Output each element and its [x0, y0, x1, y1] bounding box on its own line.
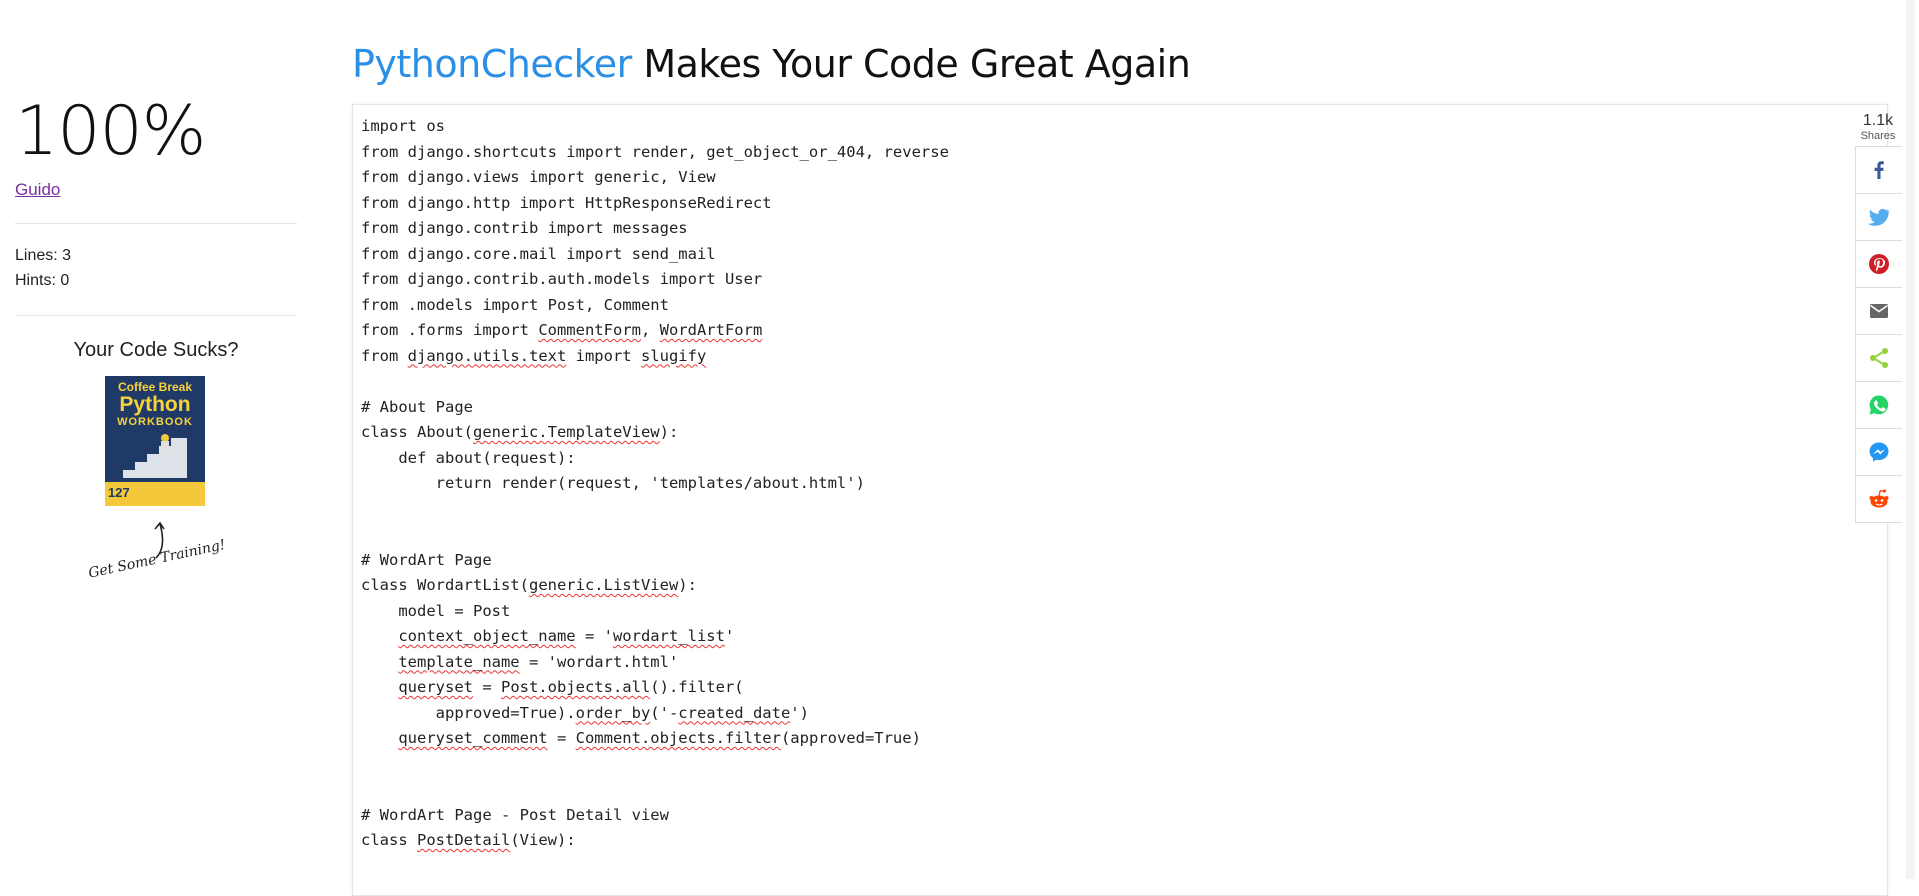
code-error-marker: Comment.objects.filter	[575, 729, 781, 747]
reddit-icon	[1869, 489, 1889, 508]
score-percentage: 100%	[15, 92, 206, 171]
code-line: from django.contrib import messages	[361, 219, 688, 237]
code-line: class PostDetail(View):	[361, 831, 576, 849]
code-error-marker: wordart_list	[612, 627, 725, 645]
promo-title: Your Code Sucks?	[73, 339, 239, 361]
code-line: from django.http import HttpResponseRedi…	[361, 193, 772, 212]
book-title-line1: Coffee Break	[117, 380, 193, 394]
code-line: queryset = Post.objects.all().filter(	[398, 678, 744, 696]
code-line: approved=True).order_by('-created_date')	[361, 703, 809, 722]
code-line: # WordArt Page - Post Detail view	[361, 805, 669, 824]
code-line: return render(request, 'templates/about.…	[361, 474, 865, 492]
page-scrollbar[interactable]	[1902, 0, 1919, 879]
page-title: PythonChecker Makes Your Code Great Agai…	[352, 42, 1191, 86]
share-bar: 1.1k Shares	[1855, 112, 1903, 523]
pinterest-icon	[1869, 254, 1889, 274]
whatsapp-share-button[interactable]	[1855, 381, 1903, 428]
book-title-line2: Python	[119, 393, 191, 416]
facebook-icon	[1874, 161, 1884, 179]
generic-share-button[interactable]	[1855, 334, 1903, 381]
share-label: Shares	[1860, 130, 1896, 142]
code-error-marker: slugify	[640, 346, 707, 365]
code-line: queryset_comment = Comment.objects.filte…	[398, 729, 921, 747]
share-icon	[1870, 348, 1888, 368]
code-line: class About(generic.TemplateView):	[361, 423, 679, 441]
code-error-marker: context_object_name	[398, 627, 576, 645]
twitter-icon	[1867, 208, 1891, 226]
code-line: from django.contrib.auth.models import U…	[361, 270, 763, 288]
messenger-icon	[1869, 442, 1889, 462]
code-line: class WordartList(generic.ListView):	[361, 576, 697, 594]
share-count: 1.1k	[1862, 112, 1894, 129]
code-content[interactable]: import os from django.shortcuts import re…	[361, 114, 949, 854]
divider	[15, 315, 297, 316]
email-icon	[1870, 304, 1888, 318]
code-error-marker: WordArtForm	[659, 321, 763, 339]
code-editor[interactable]: import os from django.shortcuts import re…	[352, 104, 1888, 896]
code-error-marker: order_by	[575, 703, 651, 722]
code-line: from .models import Post, Comment	[361, 295, 669, 314]
code-line: model = Post	[361, 601, 511, 620]
code-line: context_object_name = 'wordart_list'	[398, 627, 735, 645]
code-line: template_name = 'wordart.html'	[398, 652, 679, 671]
code-line: from django.views import generic, View	[361, 168, 716, 186]
code-line: from .forms import CommentForm, WordArtF…	[361, 321, 763, 339]
code-line: from django.shortcuts import render, get…	[361, 142, 949, 161]
code-line: # WordArt Page	[361, 550, 492, 569]
code-error-marker: generic.TemplateView	[472, 423, 660, 441]
book-number: 127	[108, 485, 130, 500]
code-error-marker: generic.ListView	[528, 576, 679, 594]
pinterest-share-button[interactable]	[1855, 240, 1903, 287]
twitter-share-button[interactable]	[1855, 193, 1903, 240]
divider	[15, 223, 297, 224]
code-line: def about(request):	[361, 448, 576, 467]
messenger-share-button[interactable]	[1855, 428, 1903, 475]
scrollbar-thumb[interactable]	[1906, 0, 1915, 879]
code-error-marker: PostDetail	[417, 831, 511, 849]
facebook-share-button[interactable]	[1855, 146, 1903, 193]
page-tagline: Makes Your Code Great Again	[631, 42, 1191, 86]
code-line: from django.utils.text import slugify	[361, 346, 707, 365]
user-link[interactable]: Guido	[15, 180, 60, 200]
code-error-marker: queryset_comment	[398, 729, 548, 747]
code-error-marker: Post.objects.all	[500, 678, 651, 696]
code-error-marker: django.utils.text	[407, 346, 567, 365]
code-error-marker: queryset	[398, 678, 473, 696]
hints-count: Hints: 0	[15, 272, 70, 289]
code-line: # About Page	[361, 397, 473, 416]
code-error-marker: template_name	[398, 652, 520, 671]
code-error-marker: created_date	[678, 703, 791, 722]
reddit-share-button[interactable]	[1855, 475, 1903, 523]
email-share-button[interactable]	[1855, 287, 1903, 334]
book-cover-image[interactable]: Coffee Break Python WORKBOOK 127	[105, 376, 205, 506]
stairs-illustration	[123, 434, 187, 478]
code-error-marker: CommentForm	[538, 321, 641, 339]
code-line: from django.core.mail import send_mail	[361, 244, 716, 263]
whatsapp-icon	[1869, 395, 1889, 415]
code-line: import os	[361, 117, 445, 135]
brand-name: PythonChecker	[352, 42, 632, 86]
lines-count: Lines: 3	[15, 247, 72, 264]
book-title-line3: WORKBOOK	[117, 416, 193, 428]
